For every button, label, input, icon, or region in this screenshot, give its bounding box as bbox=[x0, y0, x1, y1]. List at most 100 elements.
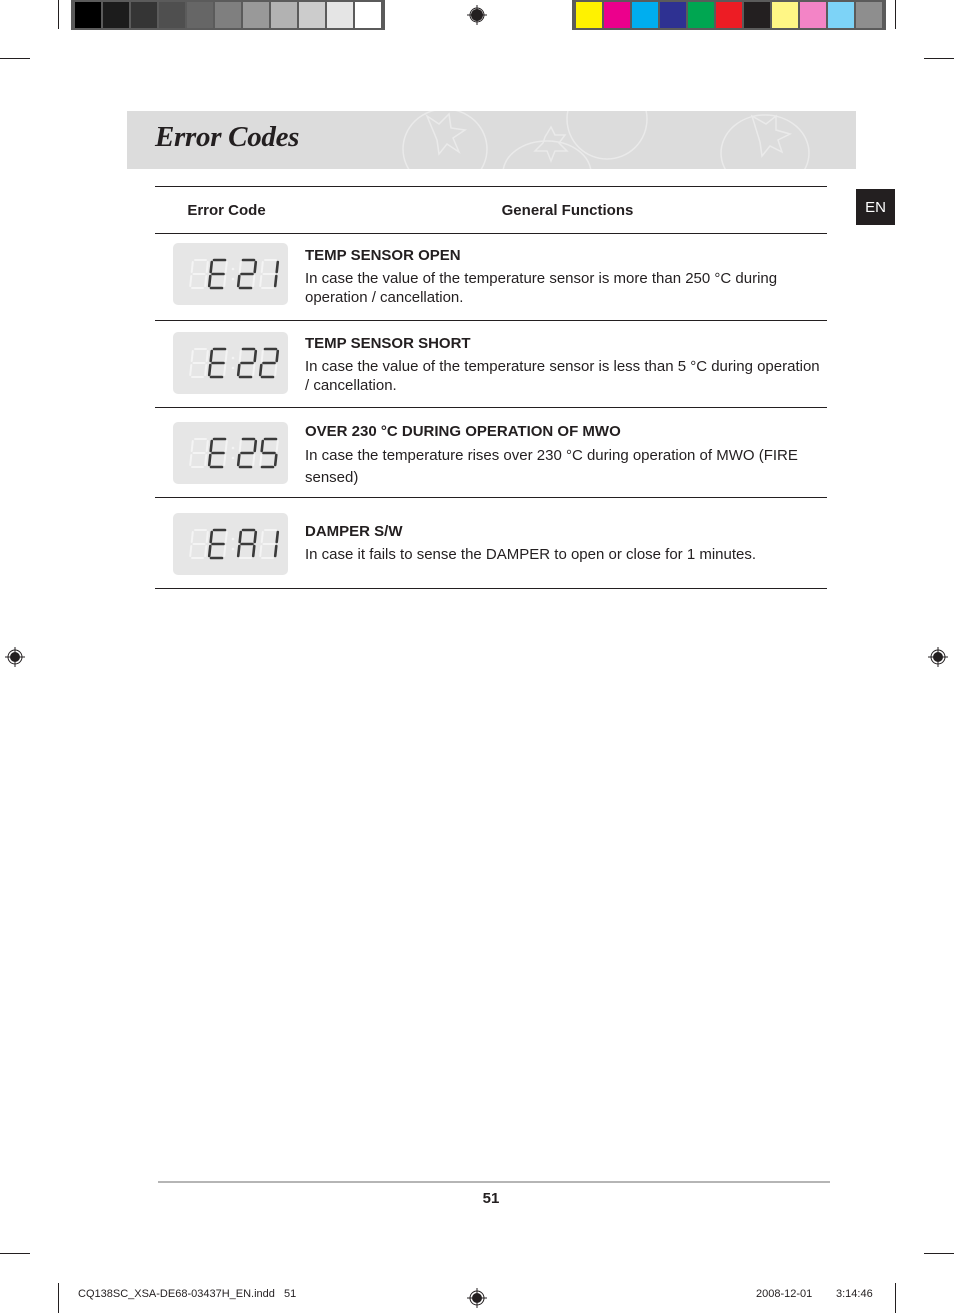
led-segment bbox=[274, 260, 279, 274]
crop-mark bbox=[895, 0, 896, 29]
table-row: DAMPER S/W In case it fails to sense the… bbox=[155, 498, 827, 588]
led-segment bbox=[207, 274, 212, 288]
led-segment bbox=[274, 530, 279, 544]
led-segment bbox=[205, 440, 209, 452]
color-swatch bbox=[159, 2, 185, 28]
color-swatch bbox=[660, 2, 686, 28]
seven-segment-readout bbox=[188, 258, 279, 290]
color-swatch bbox=[243, 2, 269, 28]
led-segment bbox=[188, 454, 192, 466]
led-segment bbox=[222, 545, 226, 557]
led-segment bbox=[203, 364, 207, 376]
registration-mark-icon bbox=[467, 1288, 487, 1308]
led-segment bbox=[222, 454, 226, 466]
led-segment bbox=[203, 545, 207, 557]
crop-mark bbox=[58, 0, 59, 29]
led-segment bbox=[251, 544, 256, 558]
slug-time: 3:14:46 bbox=[836, 1288, 873, 1300]
process-color-bar bbox=[572, 0, 886, 30]
led-segment bbox=[208, 530, 213, 544]
page-title: Error Codes bbox=[155, 121, 300, 153]
table-row: TEMP SENSOR OPEN In case the value of th… bbox=[155, 234, 827, 320]
led-segment bbox=[237, 530, 242, 544]
column-header-general-functions: General Functions bbox=[501, 201, 634, 219]
led-segment bbox=[188, 275, 192, 287]
section-banner: Error Codes bbox=[127, 111, 856, 169]
led-segment bbox=[208, 439, 213, 453]
color-swatch bbox=[856, 2, 882, 28]
led-segment bbox=[252, 439, 257, 453]
led-segment bbox=[205, 531, 209, 543]
led-segment bbox=[273, 274, 278, 288]
crop-mark bbox=[58, 1283, 59, 1313]
table-bottom-rule bbox=[155, 588, 827, 589]
led-segment bbox=[273, 364, 277, 376]
column-header-error-code: Error Code bbox=[187, 201, 266, 219]
color-swatch bbox=[772, 2, 798, 28]
led-segment bbox=[205, 261, 209, 273]
led-segment bbox=[238, 261, 242, 273]
led-segment bbox=[252, 349, 257, 363]
slug-date: 2008-12-01 bbox=[756, 1288, 813, 1300]
led-segment bbox=[251, 364, 255, 376]
led-segment bbox=[260, 261, 264, 273]
color-swatch bbox=[716, 2, 742, 28]
color-swatch bbox=[800, 2, 826, 28]
error-code-table: Error Code General Functions TEMP SENSOR… bbox=[155, 186, 827, 589]
led-segment bbox=[222, 364, 226, 376]
seven-segment-readout bbox=[188, 437, 279, 469]
error-title: OVER 230 °C DURING OPERATION OF MWO bbox=[305, 423, 621, 440]
color-swatch bbox=[299, 2, 325, 28]
page-number: 51 bbox=[482, 1190, 500, 1207]
error-description: In case the value of the temperature sen… bbox=[305, 358, 820, 394]
led-segment bbox=[188, 364, 192, 376]
color-swatch bbox=[75, 2, 101, 28]
crop-mark bbox=[0, 58, 30, 59]
led-segment bbox=[258, 454, 262, 466]
led-segment bbox=[224, 531, 228, 543]
slug-filename: CQ138SC_XSA-DE68-03437H_EN.indd 51 bbox=[78, 1288, 297, 1300]
led-segment bbox=[208, 349, 213, 363]
crop-mark bbox=[895, 1283, 896, 1313]
led-segment bbox=[260, 350, 264, 362]
color-swatch bbox=[187, 2, 213, 28]
table-row: OVER 230 °C DURING OPERATION OF MWO In c… bbox=[155, 408, 827, 497]
colon-dot bbox=[231, 366, 234, 370]
colon-dot bbox=[231, 456, 234, 460]
color-swatch bbox=[131, 2, 157, 28]
led-segment bbox=[259, 439, 264, 453]
led-segment bbox=[188, 545, 192, 557]
color-swatch bbox=[576, 2, 602, 28]
led-segment bbox=[207, 453, 212, 467]
led-segment bbox=[190, 350, 194, 362]
led-segment bbox=[258, 275, 262, 287]
grayscale-color-bar bbox=[71, 0, 385, 30]
colon-dot bbox=[231, 446, 234, 450]
colon-dot bbox=[231, 356, 234, 360]
led-segment bbox=[258, 545, 262, 557]
color-swatch bbox=[355, 2, 381, 28]
seven-segment-readout bbox=[188, 347, 279, 379]
led-display-e25 bbox=[172, 422, 288, 484]
table-header: Error Code General Functions bbox=[155, 187, 827, 233]
led-segment bbox=[222, 275, 226, 287]
led-segment bbox=[238, 350, 242, 362]
registration-mark-icon bbox=[928, 647, 948, 667]
colon-dot bbox=[231, 547, 234, 551]
footer-rule bbox=[158, 1181, 830, 1183]
registration-mark-icon bbox=[467, 5, 487, 25]
error-title: TEMP SENSOR SHORT bbox=[305, 335, 471, 352]
led-segment bbox=[207, 544, 212, 558]
registration-mark-icon bbox=[5, 647, 25, 667]
color-swatch bbox=[215, 2, 241, 28]
language-tab: EN bbox=[856, 189, 895, 225]
table-row: TEMP SENSOR SHORT In case the value of t… bbox=[155, 321, 827, 407]
led-segment bbox=[224, 350, 228, 362]
color-swatch bbox=[688, 2, 714, 28]
led-display-ea1 bbox=[172, 513, 288, 575]
led-segment bbox=[252, 260, 257, 274]
error-description: In case the value of the temperature sen… bbox=[305, 270, 778, 306]
led-segment bbox=[190, 261, 194, 273]
crop-mark bbox=[924, 58, 954, 59]
led-segment bbox=[208, 260, 213, 274]
